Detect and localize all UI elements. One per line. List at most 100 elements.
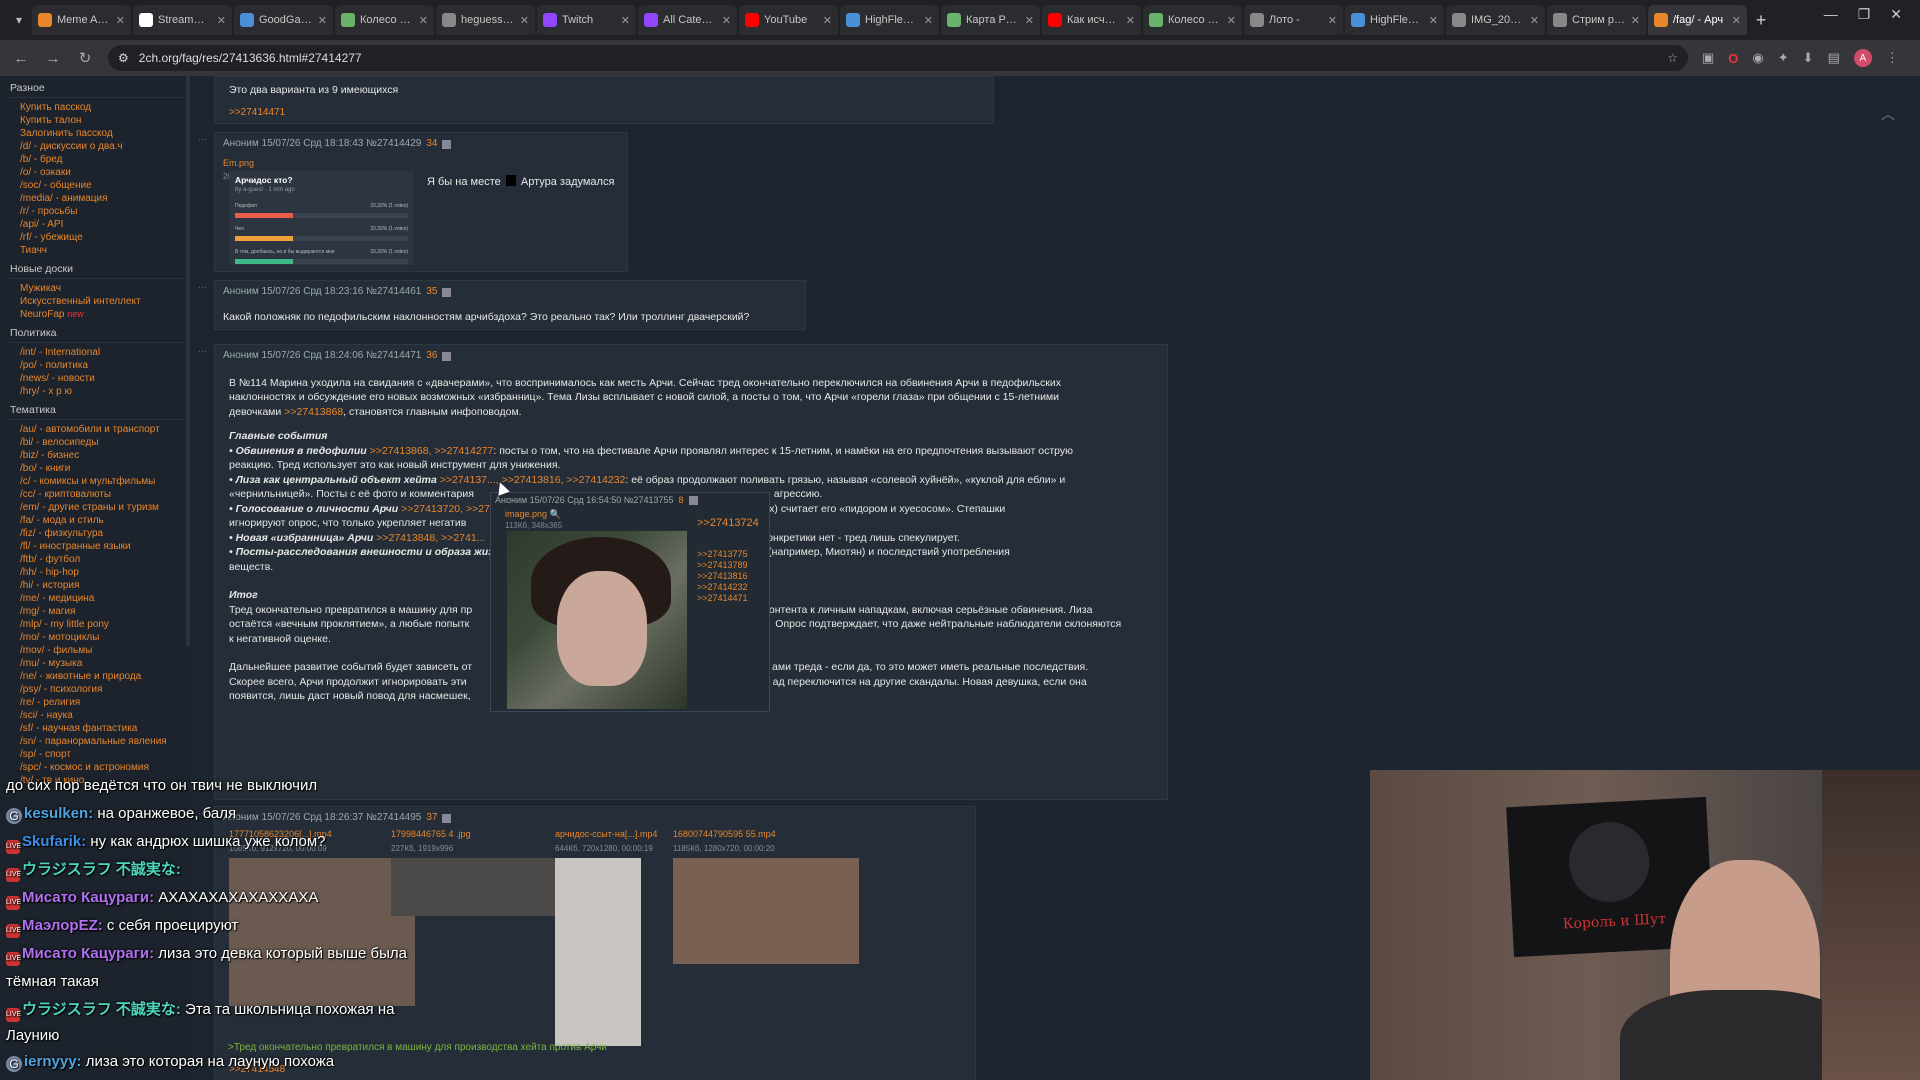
new-tab-button[interactable]: + — [1749, 8, 1773, 32]
file-thumbnail[interactable] — [229, 858, 415, 1006]
sidebar-board-link[interactable]: /rf/ - убежище — [10, 231, 190, 244]
sidebar-board-link[interactable]: /sn/ - паранормальные явления — [10, 735, 190, 748]
tab-close-icon[interactable]: ✕ — [1631, 14, 1640, 27]
sidebar-board-link[interactable]: /ftb/ - футбол — [10, 553, 190, 566]
zoom-icon[interactable]: 🔍 — [550, 509, 561, 519]
sidebar-board-link[interactable]: /cc/ - криптовалюты — [10, 488, 190, 501]
file-thumbnail[interactable] — [673, 858, 859, 964]
sidebar-board-link[interactable]: /au/ - автомобили и транспорт — [10, 423, 190, 436]
sidebar-board-link[interactable]: /mlp/ - my little pony — [10, 618, 190, 631]
sidebar-board-link[interactable]: /fl/ - иностранные языки — [10, 540, 190, 553]
sidebar-scrollbar[interactable] — [186, 76, 190, 646]
tab-close-icon[interactable]: ✕ — [924, 14, 933, 27]
backlink[interactable]: >>27414471 — [697, 593, 748, 604]
bookmark-star-icon[interactable]: ☆ — [1667, 51, 1678, 65]
post-arrow-icon[interactable] — [442, 813, 452, 823]
reply-link[interactable]: >>27413848, >>2741... — [376, 532, 485, 544]
opera-icon[interactable]: O — [1728, 51, 1738, 66]
post-arrow-icon[interactable] — [688, 495, 698, 505]
reply-link[interactable]: >>27413724 — [697, 517, 759, 529]
file-name[interactable]: 16800744790595 55.mp4 — [673, 827, 859, 842]
tab-3[interactable]: Колесо слу ✕ — [335, 5, 434, 35]
sidebar-board-link[interactable]: /news/ - новости — [10, 372, 190, 385]
reply-link[interactable]: >>27413868, >>27414277 — [370, 445, 494, 457]
sidebar-board-link[interactable]: Искусственный интеллект — [10, 295, 190, 308]
sidebar-board-link[interactable]: /sci/ - наука — [10, 709, 190, 722]
sidebar-board-link[interactable]: /mov/ - фильмы — [10, 644, 190, 657]
tab-close-icon[interactable]: ✕ — [823, 14, 832, 27]
menu-icon[interactable]: ⋮ — [1886, 50, 1899, 66]
tab-close-icon[interactable]: ✕ — [1227, 14, 1236, 27]
tab-9[interactable]: Карта РУ Тв ✕ — [941, 5, 1040, 35]
tab-close-icon[interactable]: ✕ — [1732, 14, 1741, 27]
tab-5[interactable]: Twitch ✕ — [537, 5, 636, 35]
poll-image[interactable]: Арчидос кто? by a-guest · 1 min ago Педо… — [229, 171, 414, 265]
tab-6[interactable]: All Categori ✕ — [638, 5, 737, 35]
tab-search-icon[interactable]: ▾ — [6, 7, 32, 33]
sidebar-board-link[interactable]: NeuroFap new — [10, 308, 190, 321]
tab-close-icon[interactable]: ✕ — [1126, 14, 1135, 27]
sidebar-board-link[interactable]: /mg/ - магия — [10, 605, 190, 618]
tab-close-icon[interactable]: ✕ — [217, 14, 226, 27]
sidebar-board-link[interactable]: Купить пасскод — [10, 101, 190, 114]
sidebar-board-link[interactable]: /r/ - просьбы — [10, 205, 190, 218]
scroll-top-icon[interactable]: ︿ — [1878, 104, 1898, 124]
tab-15[interactable]: Стрим рирі ✕ — [1547, 5, 1646, 35]
tab-1[interactable]: StreamElem ✕ — [133, 5, 232, 35]
backlink[interactable]: >>27414232 — [697, 582, 748, 593]
tab-0[interactable]: Meme Aleri ✕ — [32, 5, 131, 35]
sidebar-board-link[interactable]: /re/ - религия — [10, 696, 190, 709]
downloads-icon[interactable]: ⬇ — [1803, 50, 1814, 66]
sidebar-board-link[interactable]: /hi/ - история — [10, 579, 190, 592]
attached-file[interactable]: 16800744790595 55.mp4 1185Кб, 1280x720, 0… — [673, 827, 859, 964]
tab-close-icon[interactable]: ✕ — [318, 14, 327, 27]
tab-close-icon[interactable]: ✕ — [1025, 14, 1034, 27]
restore-icon[interactable]: ❐ — [1858, 6, 1871, 23]
sidebar-board-link[interactable]: /me/ - медицина — [10, 592, 190, 605]
tab-close-icon[interactable]: ✕ — [1429, 14, 1438, 27]
reply-link[interactable]: >>27413720, >>27... — [401, 503, 499, 515]
sidebar-board-link[interactable]: /biz/ - бизнес — [10, 449, 190, 462]
sidebar-board-link[interactable]: /ne/ - животные и природа — [10, 670, 190, 683]
close-window-icon[interactable]: ✕ — [1890, 6, 1902, 23]
sidebar-board-link[interactable]: /api/ - API — [10, 218, 190, 231]
tab-7[interactable]: YouTube ✕ — [739, 5, 838, 35]
tab-close-icon[interactable]: ✕ — [116, 14, 125, 27]
sidebar-board-link[interactable]: /hry/ - х р ю — [10, 385, 190, 398]
tab-close-icon[interactable]: ✕ — [419, 14, 428, 27]
reply-link[interactable]: >>27413868 — [284, 406, 343, 418]
forward-icon[interactable]: → — [44, 50, 62, 67]
back-icon[interactable]: ← — [12, 50, 30, 67]
sidebar-board-link[interactable]: /po/ - политика — [10, 359, 190, 372]
tab-close-icon[interactable]: ✕ — [520, 14, 529, 27]
sidebar-board-link[interactable]: /mo/ - мотоциклы — [10, 631, 190, 644]
sidebar-board-link[interactable]: /em/ - другие страны и туризм — [10, 501, 190, 514]
post-menu-icon[interactable]: ⋯ — [198, 134, 207, 145]
post-arrow-icon[interactable] — [442, 287, 452, 297]
tab-12[interactable]: Лото - ✕ — [1244, 5, 1343, 35]
sidebar-board-link[interactable]: /bi/ - велосипеды — [10, 436, 190, 449]
file-name[interactable]: Em.png — [223, 156, 619, 171]
sidebar-board-link[interactable]: /d/ - дискуссии о два.ч — [10, 140, 190, 153]
tab-close-icon[interactable]: ✕ — [722, 14, 731, 27]
sidebar-board-link[interactable]: /fa/ - мода и стиль — [10, 514, 190, 527]
post-arrow-icon[interactable] — [442, 139, 452, 149]
backlink[interactable]: >>27413775 — [697, 549, 748, 560]
tab-16[interactable]: /fag/ - Арч ✕ — [1648, 5, 1747, 35]
sidebar-board-link[interactable]: /spc/ - космос и астрономия — [10, 761, 190, 774]
site-info-icon[interactable]: ⚙ — [118, 51, 129, 65]
extension-icon[interactable]: ◉ — [1752, 50, 1763, 66]
file-name[interactable]: 17998446765 4 .jpg — [391, 827, 577, 842]
post-menu-icon[interactable]: ⋯ — [198, 346, 207, 357]
sidebar-board-link[interactable]: /b/ - бред — [10, 153, 190, 166]
sidebar-board-link[interactable]: /sp/ - спорт — [10, 748, 190, 761]
tab-4[interactable]: heguess - y ✕ — [436, 5, 535, 35]
sidebar-board-link[interactable]: /fiz/ - физкультура — [10, 527, 190, 540]
sidebar-board-link[interactable]: /hh/ - hip-hop — [10, 566, 190, 579]
tab-14[interactable]: IMG_20260 ✕ — [1446, 5, 1545, 35]
popup-image[interactable] — [507, 531, 687, 709]
sidebar-board-link[interactable]: /media/ - анимация — [10, 192, 190, 205]
tab-13[interactable]: HighFleet o ✕ — [1345, 5, 1444, 35]
tab-10[interactable]: Как исчезн ✕ — [1042, 5, 1141, 35]
sidebar-board-link[interactable]: /soc/ - общение — [10, 179, 190, 192]
